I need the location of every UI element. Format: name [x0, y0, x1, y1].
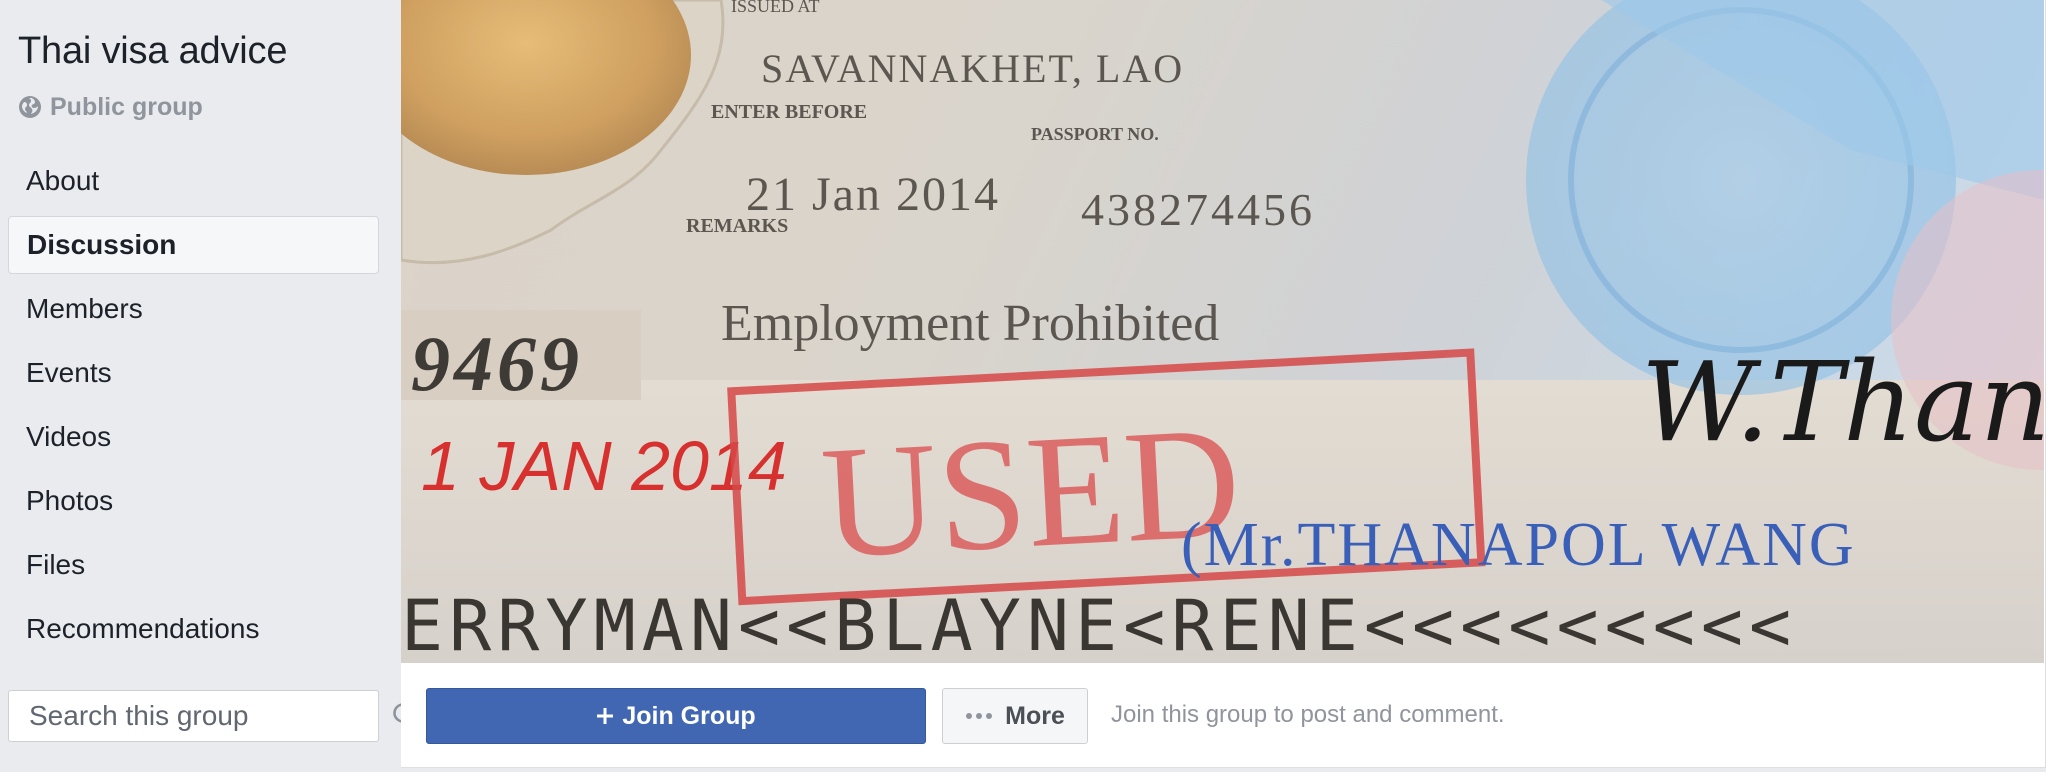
group-nav: About Discussion Members Events Videos P…	[8, 152, 379, 664]
cover-text-remarks: REMARKS	[686, 215, 788, 237]
nav-item-photos[interactable]: Photos	[8, 472, 379, 530]
nav-item-label: About	[26, 165, 100, 196]
nav-item-label: Events	[26, 357, 112, 388]
cover-photo[interactable]: ISSUED AT SAVANNAKHET, LAO ENTER BEFORE …	[401, 0, 2044, 663]
cover-text-signature: W.Thanap	[1641, 338, 2044, 466]
group-privacy: Public group	[18, 90, 203, 124]
plus-icon	[597, 708, 614, 724]
group-actions: Join Group More Join this group to post …	[401, 663, 2044, 766]
group-main: ISSUED AT SAVANNAKHET, LAO ENTER BEFORE …	[401, 0, 2046, 768]
join-hint: Join this group to post and comment.	[1111, 701, 1505, 728]
join-group-button[interactable]: Join Group	[426, 688, 926, 744]
cover-text-number: 9469	[411, 320, 583, 407]
join-group-label: Join Group	[622, 701, 756, 730]
search-input[interactable]	[27, 699, 392, 733]
nav-item-label: Videos	[26, 421, 112, 452]
cover-text-passport-no: 438274456	[1081, 184, 1315, 235]
nav-item-label: Members	[26, 293, 143, 324]
nav-item-label: Recommendations	[26, 613, 260, 644]
cover-text-mrz: ERRYMAN<<BLAYNE<RENE<<<<<<<<<	[401, 585, 1797, 663]
nav-item-videos[interactable]: Videos	[8, 408, 379, 466]
cover-photo-art: ISSUED AT SAVANNAKHET, LAO ENTER BEFORE …	[401, 0, 2044, 663]
nav-item-label: Files	[26, 549, 86, 580]
cover-text-date: 21 Jan 2014	[746, 168, 1000, 221]
nav-item-files[interactable]: Files	[8, 536, 379, 594]
nav-item-discussion[interactable]: Discussion	[8, 216, 379, 274]
more-dots-icon	[966, 713, 993, 719]
privacy-label: Public group	[50, 92, 203, 121]
nav-item-recommendations[interactable]: Recommendations	[8, 600, 379, 658]
more-button[interactable]: More	[942, 688, 1088, 744]
cover-text-employment: Employment Prohibited	[721, 295, 1219, 352]
more-label: More	[1005, 701, 1065, 730]
globe-icon	[19, 96, 41, 118]
cover-text-issued-at: ISSUED AT	[731, 0, 820, 16]
cover-text-name: (Mr.THANAPOL WANG	[1181, 511, 1856, 579]
nav-item-members[interactable]: Members	[8, 280, 379, 338]
group-title[interactable]: Thai visa advice	[18, 30, 287, 73]
nav-item-label: Discussion	[27, 229, 177, 260]
cover-text-enter-before: ENTER BEFORE	[711, 101, 867, 123]
cover-text-passport-no-label: PASSPORT NO.	[1031, 124, 1159, 144]
cover-text-place: SAVANNAKHET, LAO	[761, 46, 1184, 91]
nav-item-label: Photos	[26, 485, 114, 516]
nav-item-events[interactable]: Events	[8, 344, 379, 402]
group-sidebar: Thai visa advice Public group About Disc…	[0, 0, 420, 772]
nav-item-about[interactable]: About	[8, 152, 379, 210]
group-search	[8, 690, 420, 742]
